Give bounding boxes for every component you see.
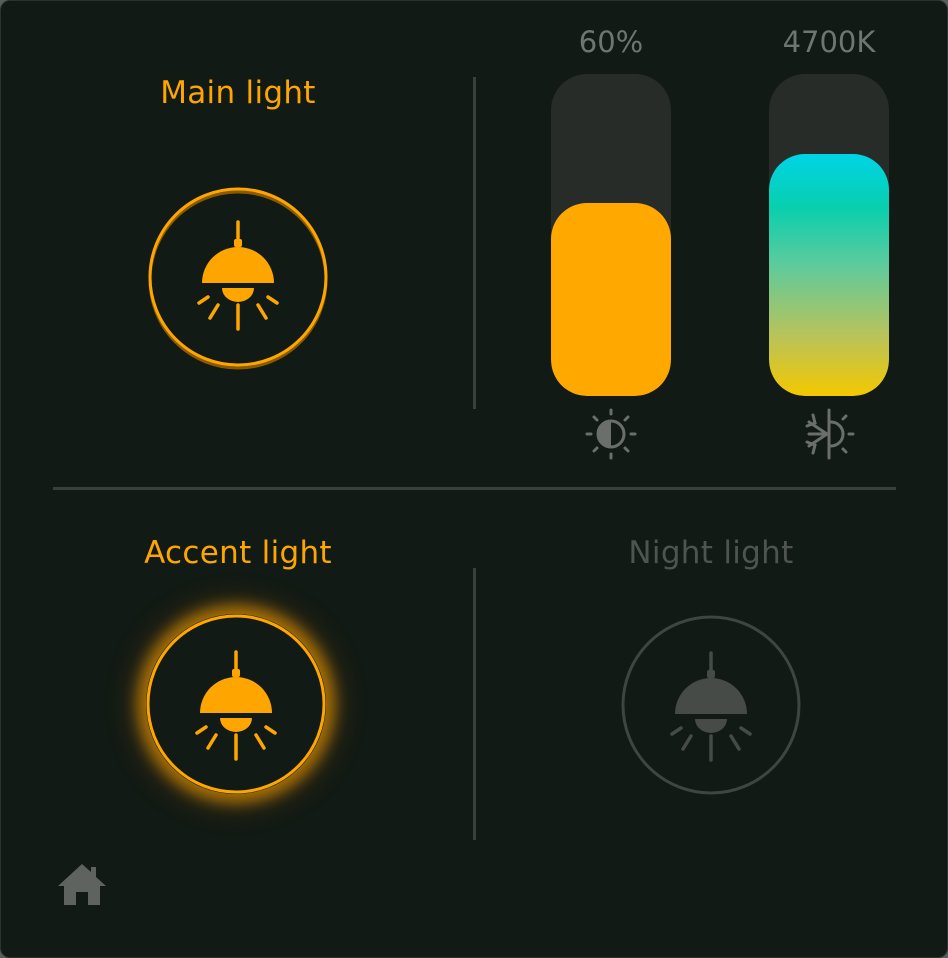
contrast-sun-icon (585, 408, 637, 460)
pendant-lamp-icon (195, 650, 277, 761)
section-divider (53, 487, 896, 490)
temperature-slider[interactable] (769, 74, 889, 396)
brightness-slider[interactable] (551, 74, 671, 396)
home-icon[interactable] (55, 861, 109, 909)
snowflake-sun-icon (805, 408, 855, 460)
accent-light-toggle[interactable] (146, 614, 326, 794)
lighting-panel: Main light 60% 4700K Accent light Night … (0, 0, 948, 958)
main-light-divider (473, 77, 476, 409)
temperature-value: 4700K (782, 25, 876, 59)
main-light-label: Main light (160, 75, 316, 111)
accent-light-divider (473, 568, 476, 840)
brightness-value: 60% (578, 25, 644, 59)
brightness-fill (551, 203, 671, 396)
pendant-lamp-icon (197, 220, 279, 331)
night-light-toggle[interactable] (621, 615, 801, 795)
temperature-fill (769, 154, 889, 396)
night-light-label: Night light (628, 535, 794, 571)
accent-light-label: Accent light (144, 535, 332, 571)
pendant-lamp-icon (670, 651, 752, 762)
main-light-toggle[interactable] (148, 187, 328, 370)
